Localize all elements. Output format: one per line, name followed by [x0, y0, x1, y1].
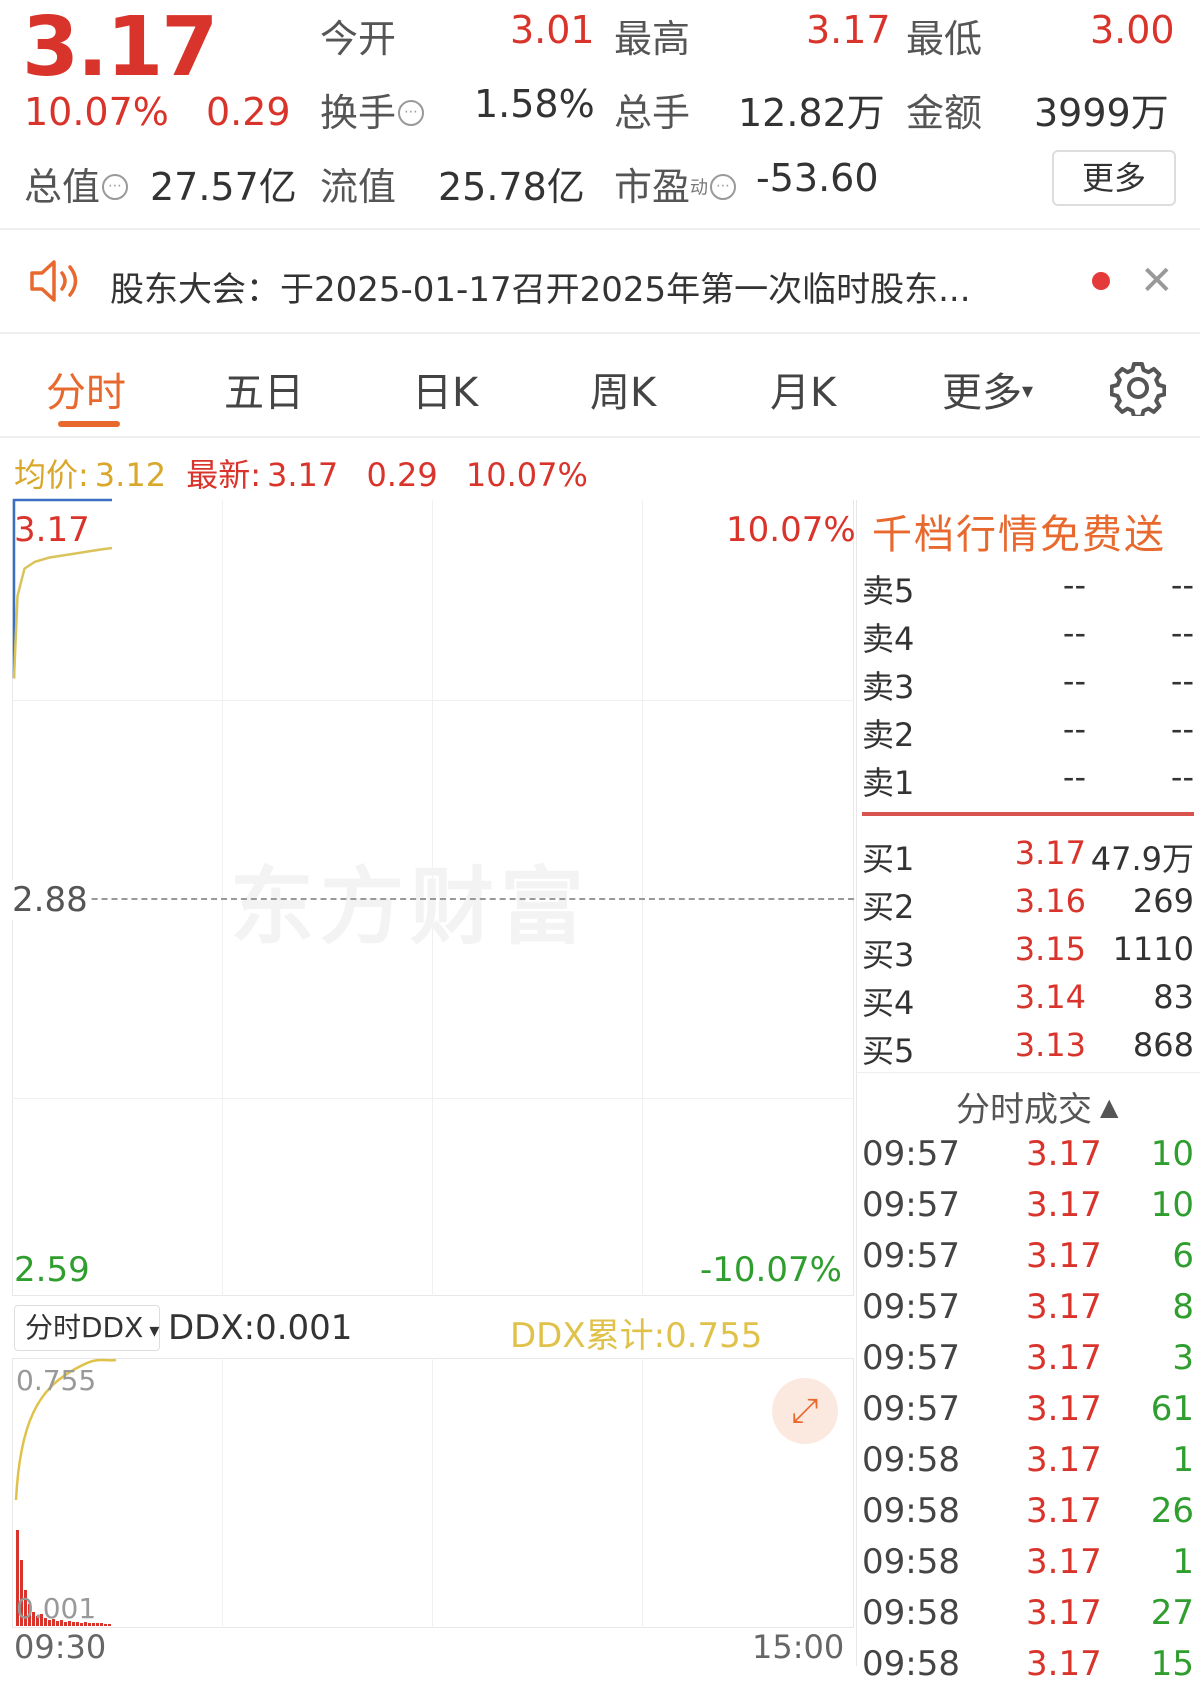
tick-row: 09:58 3.17 1 [862, 1542, 1194, 1582]
tick-row: 09:57 3.17 8 [862, 1287, 1194, 1327]
time-axis-start: 09:30 [14, 1628, 107, 1666]
close-icon[interactable]: ✕ [1140, 258, 1174, 304]
low-value: 3.00 [1090, 8, 1175, 52]
ask-row-1: 卖1 -- -- [862, 758, 1194, 802]
ask-row-4: 卖4 -- -- [862, 614, 1194, 658]
tick-row: 09:57 3.17 3 [862, 1338, 1194, 1378]
tick-row: 09:57 3.17 10 [862, 1134, 1194, 1174]
time-axis-end: 15:00 [752, 1628, 845, 1666]
ticks-header[interactable]: 分时成交 ▲ [956, 1082, 1118, 1131]
caret-up-icon: ▲ [1100, 1093, 1119, 1121]
unread-dot [1092, 272, 1110, 290]
bid-row-4: 买4 3.14 83 [862, 978, 1194, 1022]
amount-label: 金额 [906, 91, 983, 135]
tab-more[interactable]: 更多▾ [942, 360, 1033, 418]
low-label: 最低 [906, 17, 983, 61]
ask-row-2: 卖2 -- -- [862, 710, 1194, 754]
chevron-down-icon: ▾ [1022, 379, 1034, 404]
tick-row: 09:58 3.17 15 [862, 1644, 1194, 1684]
expand-icon[interactable]: ⤢ [772, 1378, 838, 1444]
ddx-top-label: 0.755 [16, 1364, 97, 1397]
ticks-header-label: 分时成交 [956, 1090, 1092, 1130]
bid-row-5: 买5 3.13 868 [862, 1026, 1194, 1070]
ddx-bottom-label: 0.001 [16, 1592, 97, 1625]
ask-row-5: 卖5 -- -- [862, 566, 1194, 610]
tick-row: 09:58 3.17 27 [862, 1593, 1194, 1633]
bid-ask-divider [862, 812, 1194, 816]
bid-row-2: 买2 3.16 269 [862, 882, 1194, 926]
bid-row-3: 买3 3.15 1110 [862, 930, 1194, 974]
tab-more-label: 更多 [942, 370, 1022, 416]
amount-value: 3999万 [1034, 91, 1169, 135]
tick-row: 09:58 3.17 26 [862, 1491, 1194, 1531]
gear-icon[interactable] [1110, 360, 1166, 416]
promo-banner[interactable]: 千档行情免费送 [872, 502, 1166, 560]
ddx-chart[interactable] [0, 0, 860, 1640]
ask-row-3: 卖3 -- -- [862, 662, 1194, 706]
bid-row-1: 买1 3.17 47.9万 [862, 834, 1194, 878]
tick-row: 09:57 3.17 6 [862, 1236, 1194, 1276]
panel-divider [856, 500, 857, 1666]
tick-row: 09:57 3.17 61 [862, 1389, 1194, 1429]
more-button[interactable]: 更多 [1052, 150, 1176, 206]
tick-row: 09:57 3.17 10 [862, 1185, 1194, 1225]
tick-row: 09:58 3.17 1 [862, 1440, 1194, 1480]
